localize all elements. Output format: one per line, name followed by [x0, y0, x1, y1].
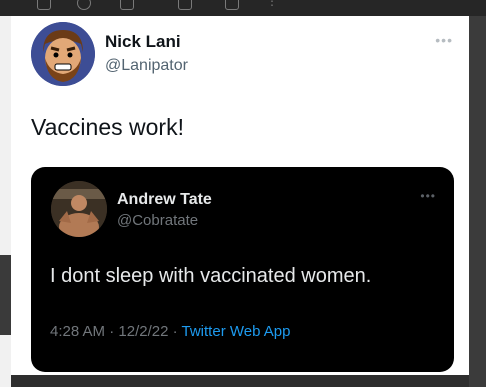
download-icon[interactable] [178, 0, 192, 10]
clock-icon[interactable] [77, 0, 91, 10]
tweet-time[interactable]: 4:28 AM [50, 323, 105, 340]
quoted-author-name[interactable]: Andrew Tate [117, 191, 212, 209]
separator-dot: · [109, 323, 119, 340]
separator-dot: · [172, 323, 182, 340]
browser-toolbar: ⋮ [0, 0, 486, 16]
ellipsis-icon[interactable]: ••• [420, 189, 436, 203]
check-icon[interactable] [120, 0, 134, 10]
tweet-card[interactable]: Nick Lani @Lanipator ••• Vaccines work! … [11, 16, 469, 375]
more-vert-icon[interactable]: ⋮ [266, 0, 278, 8]
tweet-source-link[interactable]: Twitter Web App [182, 323, 291, 340]
quoted-tweet-text: I dont sleep with vaccinated women. [50, 265, 372, 287]
tweet-date[interactable]: 12/2/22 [118, 323, 168, 340]
quoted-tweet-meta: 4:28 AM · 12/2/22 · Twitter Web App [50, 323, 290, 340]
author-name[interactable]: Nick Lani [105, 32, 181, 52]
background-right [469, 16, 486, 387]
tag-icon[interactable] [225, 0, 239, 10]
quoted-tweet[interactable]: Andrew Tate @Cobratate ••• I dont sleep … [31, 167, 454, 372]
quoted-avatar[interactable] [51, 181, 107, 237]
avatar[interactable] [31, 22, 95, 86]
mail-icon[interactable] [37, 0, 51, 10]
author-handle[interactable]: @Lanipator [105, 57, 188, 75]
ellipsis-icon[interactable]: ••• [435, 32, 453, 48]
background-left-dark [0, 255, 11, 335]
quoted-author-handle[interactable]: @Cobratate [117, 212, 198, 229]
tweet-text: Vaccines work! [31, 114, 184, 140]
